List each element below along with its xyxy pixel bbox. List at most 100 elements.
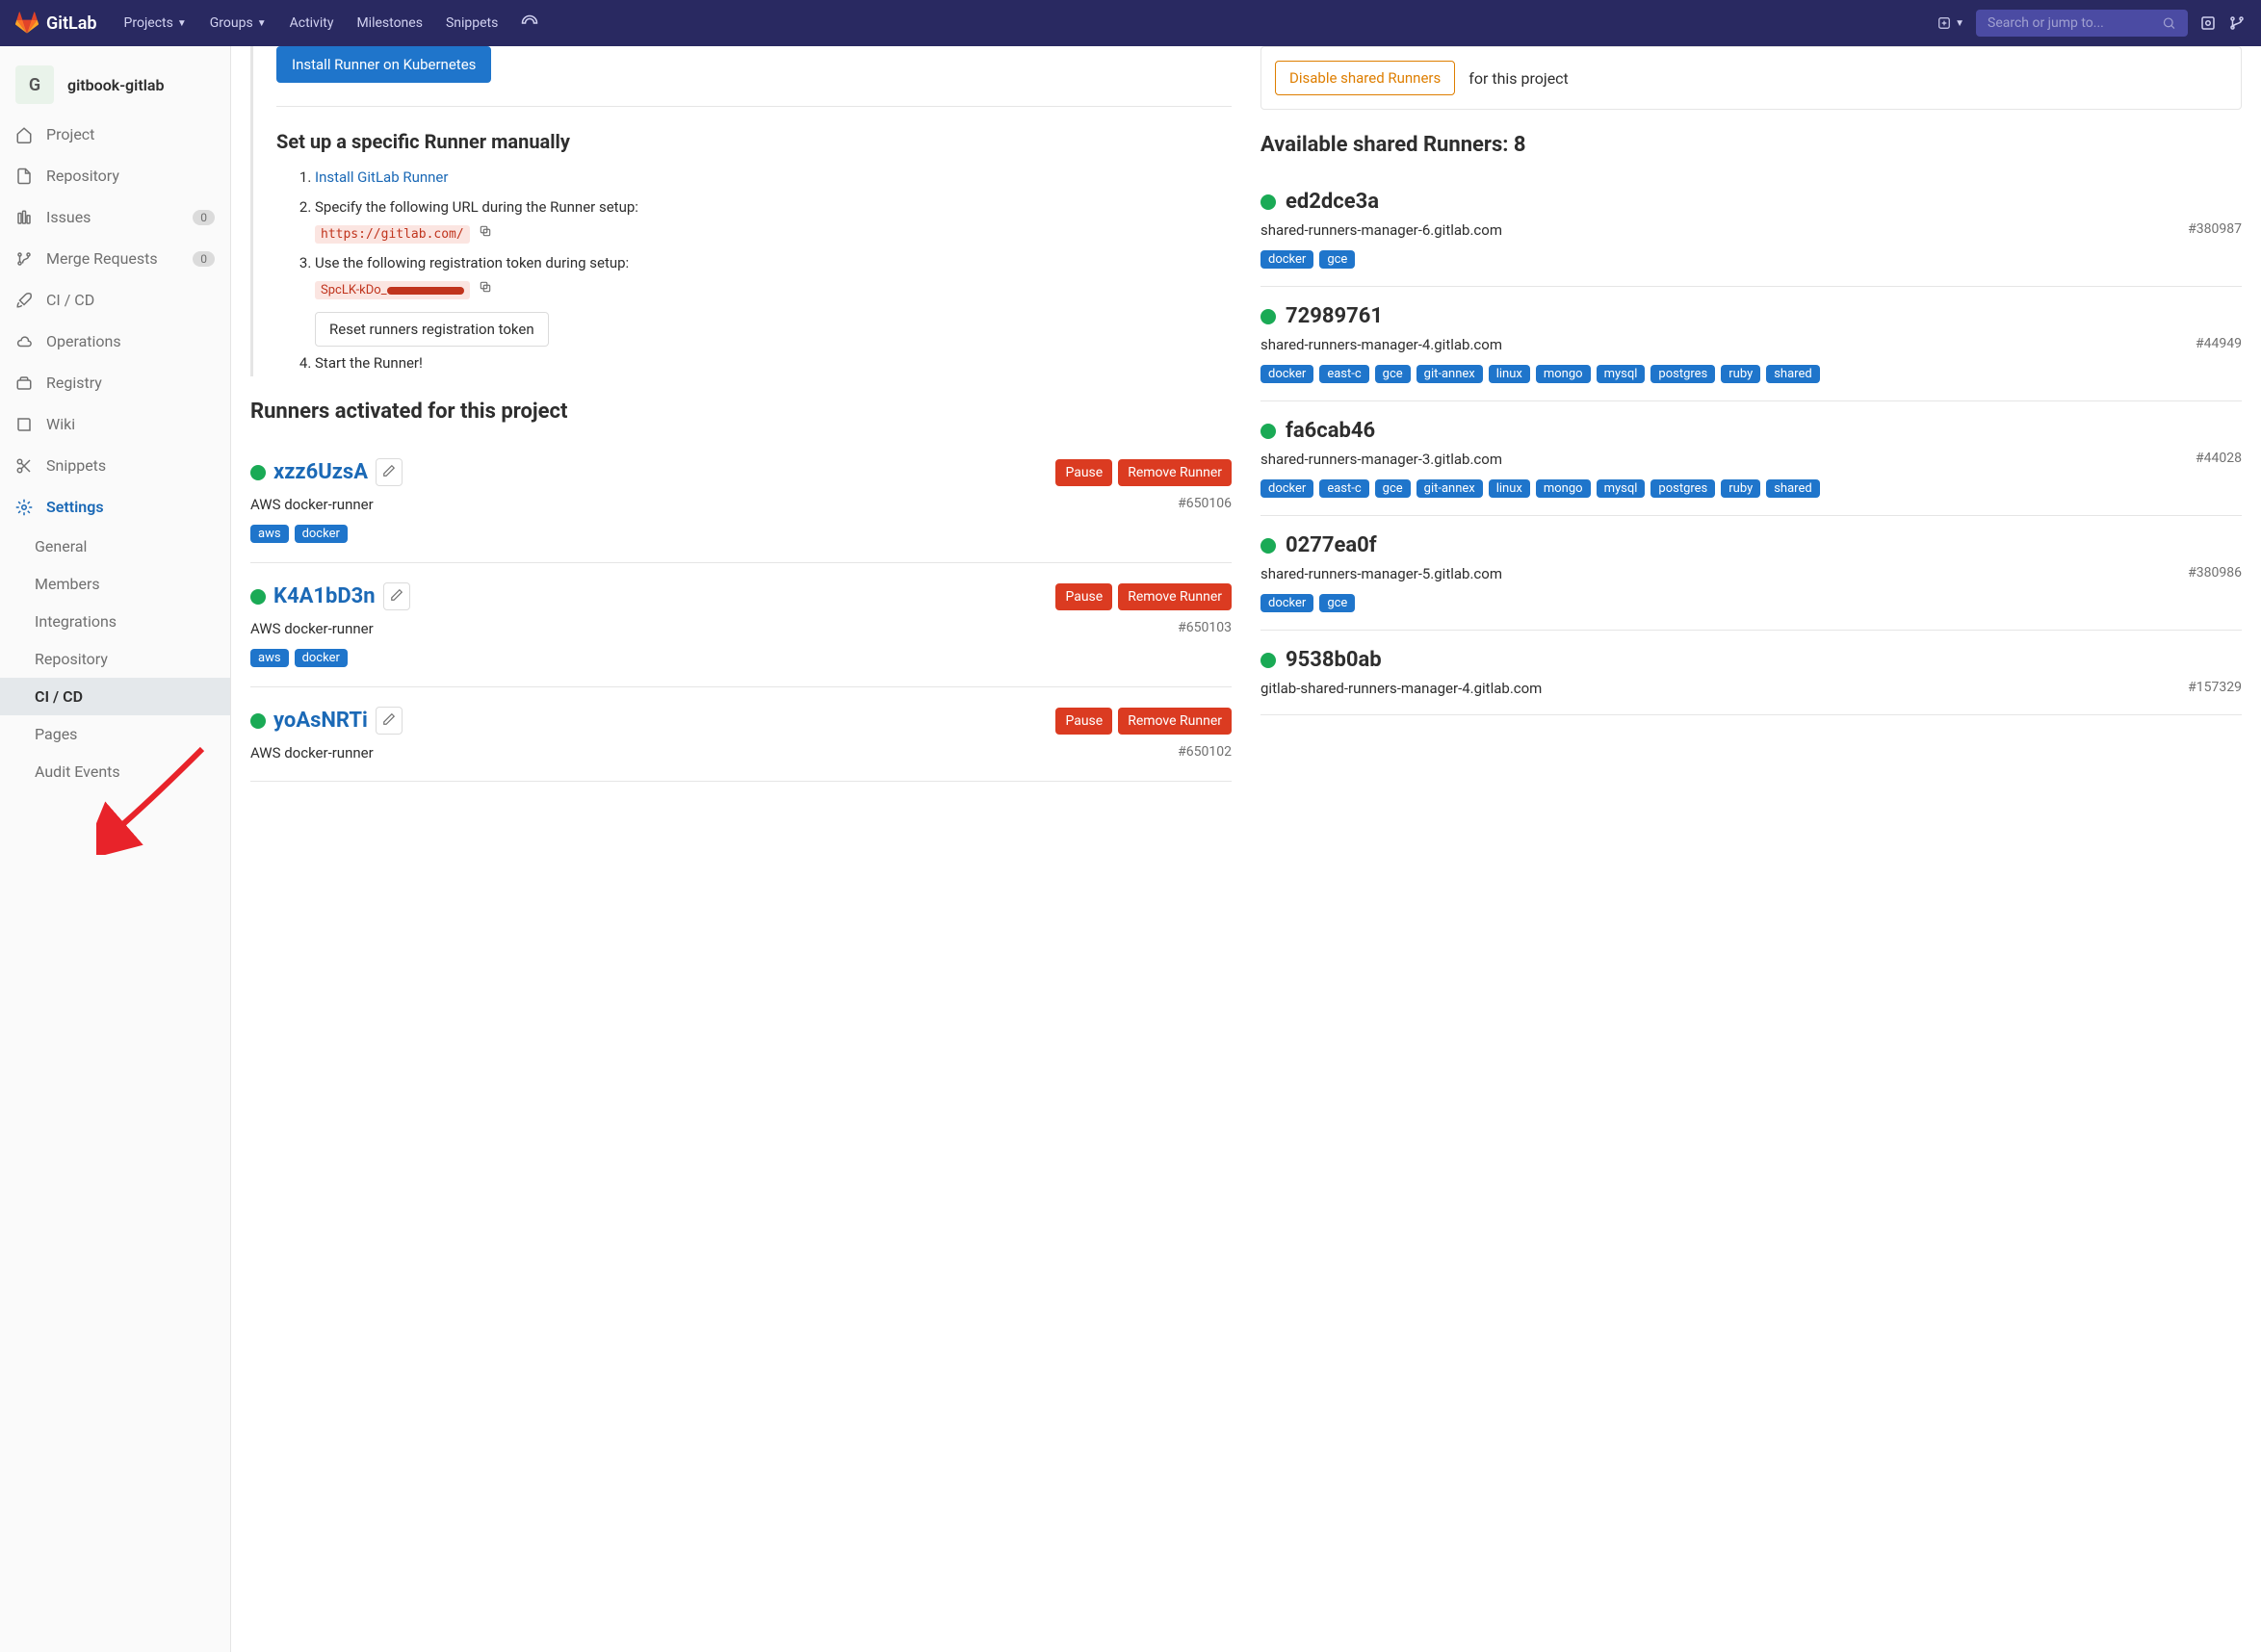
- tag: east-c: [1319, 479, 1368, 498]
- runner-desc: AWS docker-runner: [250, 620, 374, 637]
- copy-url-icon[interactable]: [479, 224, 492, 242]
- search-box[interactable]: [1976, 10, 2188, 37]
- project-avatar: G: [15, 65, 54, 104]
- sub-cicd[interactable]: CI / CD: [0, 678, 230, 715]
- tag-list: dockergce: [1260, 250, 2242, 269]
- runner-id: #380986: [2188, 565, 2242, 582]
- shared-runner-card: ed2dce3a shared-runners-manager-6.gitlab…: [1260, 172, 2242, 287]
- remove-runner-button[interactable]: Remove Runner: [1118, 583, 1232, 610]
- search-icon: [2162, 15, 2176, 31]
- sidebar-item-merge-requests[interactable]: Merge Requests 0: [0, 238, 230, 279]
- nav-snippets[interactable]: Snippets: [434, 0, 509, 46]
- nav-performance[interactable]: [509, 0, 550, 46]
- runner-desc: shared-runners-manager-6.gitlab.com: [1260, 221, 1502, 239]
- shared-runner-name: ed2dce3a: [1286, 190, 1379, 214]
- tag: docker: [295, 525, 348, 543]
- sidebar-item-snippets[interactable]: Snippets: [0, 445, 230, 486]
- sidebar-item-label: Repository: [46, 167, 119, 185]
- runner-id: #650102: [1178, 744, 1232, 761]
- sidebar-item-operations[interactable]: Operations: [0, 321, 230, 362]
- sidebar-item-project[interactable]: Project: [0, 114, 230, 155]
- tag: shared: [1766, 479, 1819, 498]
- runner-url-code: https://gitlab.com/: [315, 225, 470, 244]
- merge-header-icon[interactable]: [2228, 14, 2246, 32]
- reset-token-button[interactable]: Reset runners registration token: [315, 312, 549, 347]
- runner-id: #157329: [2188, 680, 2242, 697]
- sub-members[interactable]: Members: [0, 565, 230, 603]
- runner-id: #650106: [1178, 496, 1232, 513]
- pause-runner-button[interactable]: Pause: [1055, 708, 1112, 735]
- shared-runner-card: 9538b0ab gitlab-shared-runners-manager-4…: [1260, 631, 2242, 715]
- search-input[interactable]: [1988, 15, 2162, 31]
- sub-integrations[interactable]: Integrations: [0, 603, 230, 640]
- gauge-icon: [521, 14, 538, 32]
- runner-desc: AWS docker-runner: [250, 744, 374, 761]
- tag: shared: [1766, 365, 1819, 383]
- issues-icon: [15, 209, 33, 226]
- status-dot-online: [250, 713, 266, 729]
- project-header[interactable]: G gitbook-gitlab: [0, 56, 230, 114]
- status-dot-online: [250, 589, 266, 605]
- pause-runner-button[interactable]: Pause: [1055, 459, 1112, 486]
- tag: gce: [1375, 479, 1411, 498]
- sidebar-item-label: Operations: [46, 332, 121, 350]
- tag: docker: [1260, 250, 1313, 269]
- pause-runner-button[interactable]: Pause: [1055, 583, 1112, 610]
- sidebar-item-wiki[interactable]: Wiki: [0, 403, 230, 445]
- sidebar-item-registry[interactable]: Registry: [0, 362, 230, 403]
- disable-shared-button[interactable]: Disable shared Runners: [1275, 61, 1455, 95]
- install-gitlab-runner-link[interactable]: Install GitLab Runner: [315, 168, 448, 186]
- shared-runner-name: fa6cab46: [1286, 419, 1375, 443]
- shared-runner-name: 72989761: [1286, 304, 1383, 328]
- sidebar-item-label: Repository: [35, 650, 108, 668]
- nav-projects[interactable]: Projects ▼: [113, 0, 198, 46]
- status-dot-online: [250, 465, 266, 480]
- status-dot-online: [1260, 538, 1276, 554]
- sidebar-item-settings[interactable]: Settings: [0, 486, 230, 528]
- sidebar-item-issues[interactable]: Issues 0: [0, 196, 230, 238]
- runner-card: yoAsNRTi Pause Remove Runner AWS docker-…: [250, 687, 1232, 782]
- sidebar-item-label: Merge Requests: [46, 249, 158, 268]
- shared-runner-name: 9538b0ab: [1286, 648, 1382, 672]
- merge-icon: [15, 250, 33, 268]
- runner-name-link[interactable]: K4A1bD3n: [273, 584, 376, 608]
- chevron-down-icon: ▼: [177, 18, 187, 29]
- top-header: GitLab Projects ▼ Groups ▼ Activity Mile…: [0, 0, 2261, 46]
- copy-token-icon[interactable]: [479, 280, 492, 297]
- edit-runner-icon[interactable]: [376, 707, 403, 735]
- nav-milestones[interactable]: Milestones: [345, 0, 434, 46]
- home-icon: [15, 126, 33, 143]
- tag-list: dockergce: [1260, 594, 2242, 612]
- remove-runner-button[interactable]: Remove Runner: [1118, 708, 1232, 735]
- sub-pages[interactable]: Pages: [0, 715, 230, 753]
- sidebar-item-repository[interactable]: Repository: [0, 155, 230, 196]
- runner-desc: shared-runners-manager-4.gitlab.com: [1260, 336, 1502, 353]
- runner-id: #650103: [1178, 620, 1232, 637]
- nav-groups[interactable]: Groups ▼: [198, 0, 278, 46]
- settings-submenu: General Members Integrations Repository …: [0, 528, 230, 790]
- book-icon: [15, 416, 33, 433]
- sidebar-item-cicd[interactable]: CI / CD: [0, 279, 230, 321]
- gitlab-logo[interactable]: GitLab: [15, 12, 97, 35]
- runner-token-code: SpcLK-kDo_: [315, 281, 470, 299]
- sub-repository[interactable]: Repository: [0, 640, 230, 678]
- runner-desc: AWS docker-runner: [250, 496, 374, 513]
- nav-activity[interactable]: Activity: [278, 0, 346, 46]
- tag: docker: [1260, 594, 1313, 612]
- cloud-icon: [15, 333, 33, 350]
- edit-runner-icon[interactable]: [383, 582, 410, 610]
- tag: linux: [1489, 365, 1530, 383]
- scissors-icon: [15, 457, 33, 475]
- runner-id: #380987: [2188, 221, 2242, 239]
- sub-general[interactable]: General: [0, 528, 230, 565]
- sub-audit-events[interactable]: Audit Events: [0, 753, 230, 790]
- remove-runner-button[interactable]: Remove Runner: [1118, 459, 1232, 486]
- plus-dropdown[interactable]: ▼: [1937, 16, 1964, 30]
- tag-list: dockereast-cgcegit-annexlinuxmongomysqlp…: [1260, 479, 2242, 498]
- issues-header-icon[interactable]: [2199, 14, 2217, 32]
- shared-runner-name: 0277ea0f: [1286, 533, 1377, 557]
- install-runner-button[interactable]: Install Runner on Kubernetes: [276, 46, 491, 83]
- runner-name-link[interactable]: yoAsNRTi: [273, 709, 368, 733]
- runner-name-link[interactable]: xzz6UzsA: [273, 460, 368, 484]
- edit-runner-icon[interactable]: [376, 458, 403, 486]
